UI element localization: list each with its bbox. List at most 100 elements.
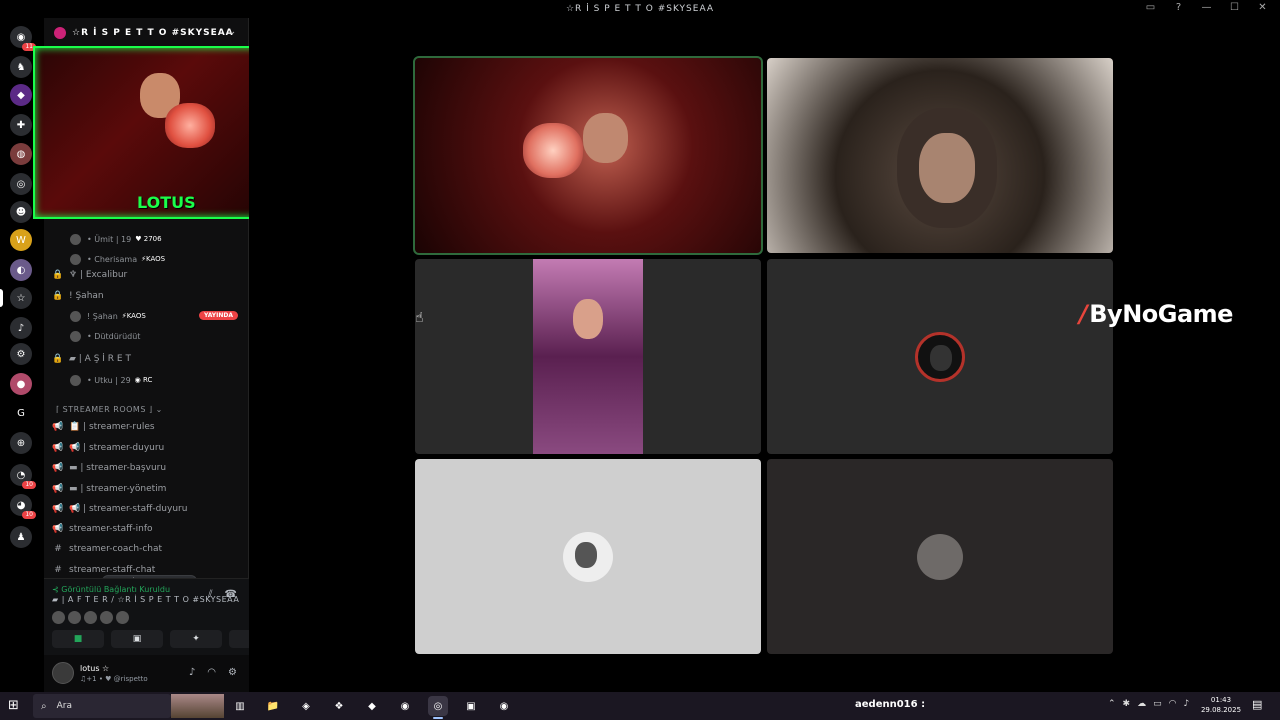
video-tile[interactable] (767, 459, 1113, 654)
voice-channel[interactable]: 🔒 ▰ | A Ş İ R E T (52, 351, 131, 367)
member-name: • Dütdürüdüt (87, 331, 141, 341)
taskbar-brave-icon[interactable]: ◈ (296, 696, 316, 716)
notification-icon[interactable]: ▤ (1252, 698, 1262, 711)
bluetooth-icon[interactable]: ✱ (1123, 699, 1131, 709)
avatar[interactable] (116, 611, 129, 624)
server-icon[interactable]: ◆ (10, 84, 32, 106)
chevron-down-icon[interactable]: ⌄ (228, 27, 237, 37)
close-button[interactable]: ✕ (1256, 2, 1270, 13)
avatar[interactable] (52, 611, 65, 624)
inbox-icon[interactable]: ▭ (1144, 2, 1158, 13)
text-channel[interactable]: 📢 ▬ | streamer-başvuru (52, 460, 166, 476)
server-icon[interactable]: ◎ (10, 173, 32, 195)
video-tile[interactable] (415, 459, 761, 654)
server-icon[interactable]: ◉ 11 (10, 26, 36, 51)
avatar[interactable] (52, 662, 74, 684)
noise-suppression-icon[interactable]: ⫽ (208, 589, 212, 600)
monitor-icon[interactable]: ▭ (1153, 699, 1162, 709)
taskbar-search[interactable]: ⌕ Ara (33, 694, 171, 718)
system-tray: ⌃ ✱ ☁ ▭ ◠ ♪ (1108, 699, 1189, 709)
taskbar-app-yellow-icon[interactable]: ◆ (362, 696, 382, 716)
server-icon[interactable]: ♪ (10, 317, 32, 339)
server-icon[interactable]: ⊕ (10, 432, 32, 454)
camera-button[interactable]: ■ (52, 630, 104, 648)
server-icon[interactable]: ◍ (10, 143, 32, 165)
text-channel[interactable]: 📢 streamer-staff-info (52, 521, 152, 537)
taskbar-discord-icon[interactable]: ◉ (395, 696, 415, 716)
voice-member[interactable]: • Cherisama ⚡KAOS (70, 251, 165, 267)
server-icon[interactable]: G (10, 402, 32, 424)
server-icon[interactable]: ☆ (10, 287, 32, 309)
guild-icon (54, 26, 66, 39)
text-channel[interactable]: 📢 ▬ | streamer-yönetim (52, 481, 166, 497)
user-status: ♫+1 • ♥ @rispetto (80, 675, 148, 683)
minimize-button[interactable]: — (1200, 2, 1214, 13)
video-tile[interactable] (767, 259, 1113, 454)
server-icon[interactable]: ● (10, 373, 32, 395)
activities-button[interactable]: ✦ (170, 630, 222, 648)
wifi-icon[interactable]: ◠ (1169, 699, 1177, 709)
windows-start-icon[interactable]: ⊞ (8, 698, 19, 713)
participant-face (573, 299, 603, 339)
voice-member[interactable]: ! Şahan ⚡KAOS (70, 308, 146, 324)
window-title: ☆R İ S P E T T O #SKYSEAA (565, 4, 715, 14)
server-icon[interactable]: ♞ (10, 56, 32, 78)
taskbar-spotify-icon[interactable]: ◉ (494, 696, 514, 716)
taskbar-file-explorer-icon[interactable]: 📁 (263, 696, 283, 716)
volume-icon[interactable]: ♪ (1183, 699, 1189, 709)
server-icon[interactable]: ☻ (10, 201, 32, 223)
chevron-up-icon[interactable]: ⌃ (1108, 699, 1116, 709)
video-tile[interactable] (415, 259, 761, 454)
help-icon[interactable]: ? (1172, 2, 1186, 13)
window-titlebar: ☆R İ S P E T T O #SKYSEAA ▭ ? — ☐ ✕ (0, 0, 1280, 18)
server-icon[interactable]: W (10, 229, 32, 251)
megaphone-icon: 📢 (52, 463, 64, 473)
channel-name: ▬ | streamer-başvuru (69, 463, 167, 473)
member-tag: ♥ 2706 (135, 235, 162, 243)
avatar[interactable] (84, 611, 97, 624)
avatar[interactable] (100, 611, 113, 624)
channel-name: streamer-coach-chat (69, 544, 163, 554)
server-icon[interactable]: ✚ (10, 114, 32, 136)
taskbar-obs-icon[interactable]: ◎ (428, 696, 448, 719)
server-icon[interactable]: ♟ (10, 526, 32, 548)
video-tile[interactable] (767, 58, 1113, 253)
guild-header[interactable]: ☆R İ S P E T T O #SKYSEAA ⌄ (44, 18, 249, 48)
search-highlight-image[interactable] (171, 694, 224, 718)
user-name[interactable]: lotus ☆ (80, 664, 109, 673)
server-icon[interactable]: ⚙ (10, 343, 32, 365)
headphones-icon[interactable]: ◠ (207, 667, 216, 678)
gear-icon[interactable]: ⚙ (228, 667, 237, 678)
voice-member[interactable]: • Ümit | 19 ♥ 2706 (70, 231, 162, 247)
text-channel[interactable]: 📢 📢 | streamer-staff-duyuru (52, 501, 187, 517)
taskbar-app-red-icon[interactable]: ▣ (461, 696, 481, 716)
text-channel[interactable]: # streamer-coach-chat (52, 541, 162, 557)
screen-share-button[interactable]: ▣ (111, 630, 163, 648)
cloud-icon[interactable]: ☁ (1137, 699, 1146, 709)
live-badge: YAYINDA (198, 311, 238, 320)
taskbar-task-view-icon[interactable]: ▥ (230, 696, 250, 716)
video-tile[interactable] (413, 56, 763, 255)
maximize-button[interactable]: ☐ (1228, 2, 1242, 13)
mention-badge: 10 (22, 511, 36, 519)
voice-channel[interactable]: 🔒 ! Şahan (52, 288, 103, 304)
now-playing-text[interactable]: aedenn016 : (855, 699, 925, 710)
server-icon[interactable]: ◔ 10 (10, 464, 36, 489)
voice-channel[interactable]: 🔒 ♆ | Excalibur (52, 267, 127, 283)
disconnect-icon[interactable]: ☎ (225, 589, 237, 600)
text-channel[interactable]: 📢 📋 | streamer-rules (52, 419, 154, 435)
participant-face (583, 113, 628, 163)
avatar[interactable] (68, 611, 81, 624)
voice-member[interactable]: • Dütdürüdüt (70, 328, 140, 344)
avatar (70, 330, 81, 342)
taskbar-app-blue-icon[interactable]: ❖ (329, 696, 349, 716)
server-icon[interactable]: ◕ 10 (10, 494, 36, 519)
microphone-icon[interactable]: ♪ (189, 667, 195, 678)
taskbar-clock[interactable]: 01:43 29.08.2025 (1200, 695, 1242, 715)
server-icon[interactable]: ◐ (10, 259, 32, 281)
voice-member[interactable]: • Utku | 29 ◉ RC (70, 372, 152, 388)
text-channel[interactable]: 📢 📢 | streamer-duyuru (52, 440, 164, 456)
participant-face (897, 108, 997, 228)
member-tag: ⚡KAOS (121, 312, 146, 320)
category-streamer-rooms[interactable]: ⌈ STREAMER ROOMS ⌋ ⌄ (56, 405, 163, 414)
